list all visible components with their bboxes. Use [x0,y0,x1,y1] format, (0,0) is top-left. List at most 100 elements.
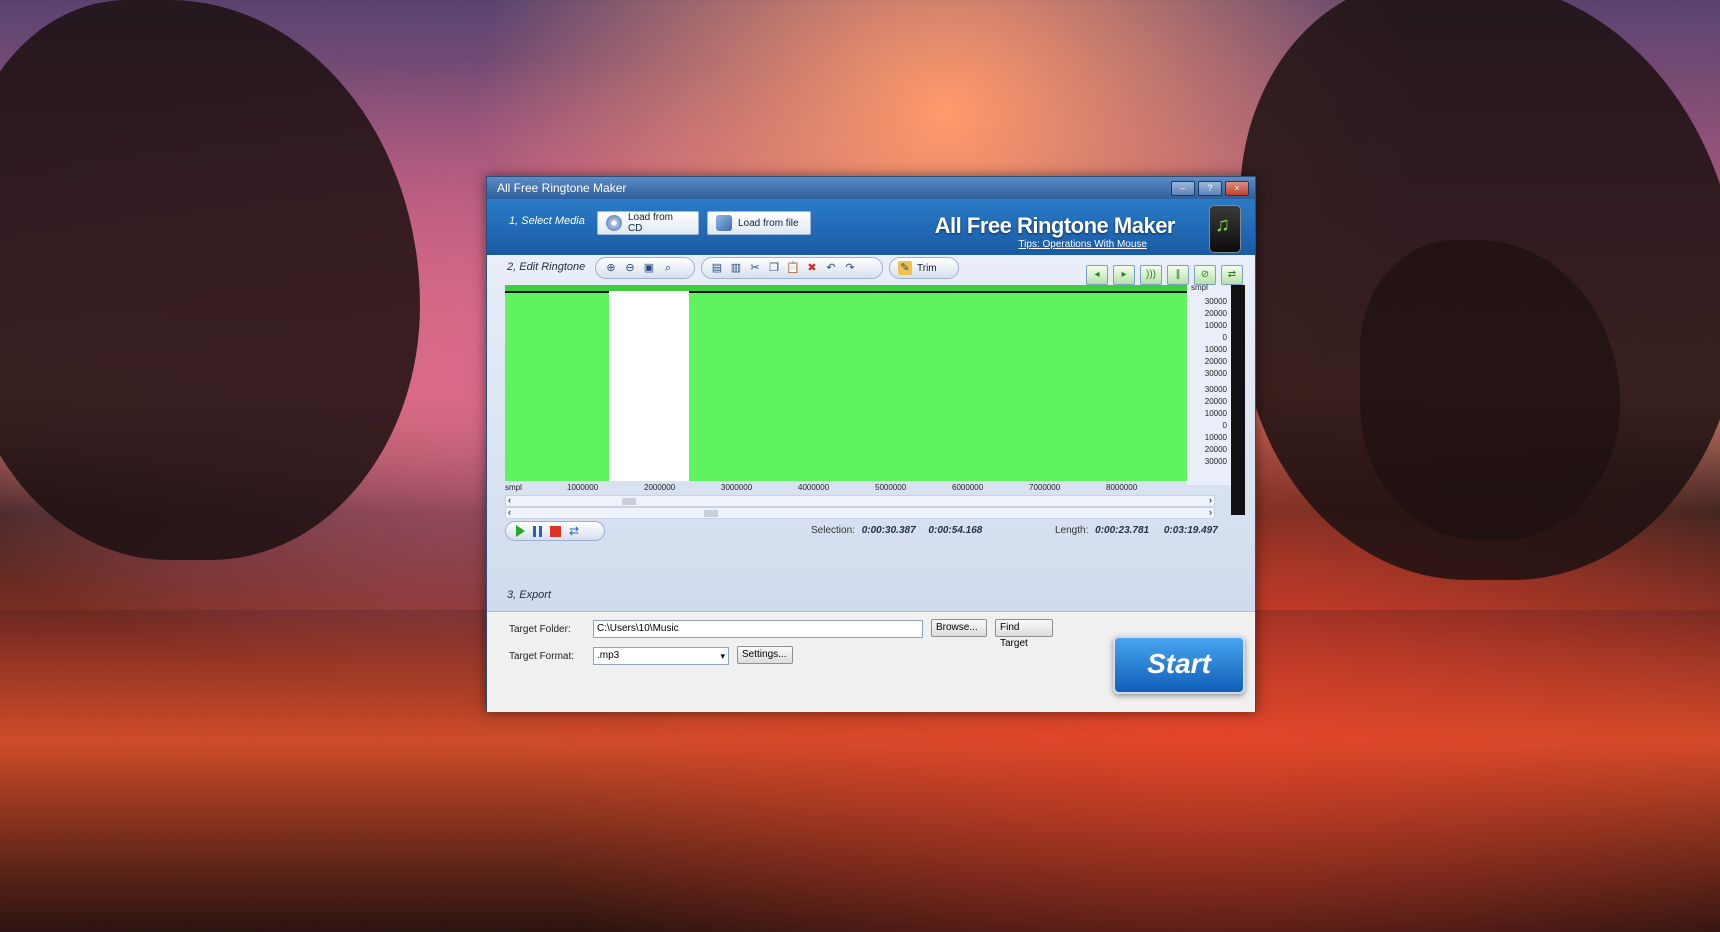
scroll-right-icon[interactable]: › [1209,495,1212,505]
scale-unit: smpl [1191,283,1208,292]
ruler-tick: 2000000 [644,483,676,492]
zoom-selection-icon[interactable]: ⌕ [661,261,675,275]
zoom-toolbar: ⊕ ⊖ ▣ ⌕ [595,257,695,279]
copy-icon[interactable]: ❐ [767,261,781,275]
paste-icon[interactable]: 📋 [786,261,800,275]
scroll-left-icon[interactable]: ‹ [508,495,511,505]
scale-tick: 0 [1222,421,1227,430]
window-title: All Free Ringtone Maker [497,181,627,195]
scale-tick: 20000 [1204,397,1227,406]
select-all-icon[interactable]: ▤ [710,261,724,275]
zoom-scroll-thumb[interactable] [622,498,636,505]
target-format-select[interactable]: .mp3 ▾ [593,647,729,665]
undo-icon[interactable]: ↶ [824,261,838,275]
edit-ringtone-label: 2, Edit Ringtone [507,261,586,273]
ruler-unit: smpl [505,483,522,492]
scroll-left-icon[interactable]: ‹ [508,507,511,517]
export-label: 3, Export [507,589,552,601]
zoom-scrollbar[interactable]: ‹ › [505,495,1215,507]
amplify-icon[interactable]: ))) [1140,265,1162,285]
target-folder-label: Target Folder: [509,624,571,635]
transport-controls: ⇄ [505,521,605,541]
selection-info: Selection: 0:00:30.387 0:00:54.168 [811,525,982,536]
edit-toolbar: ▤ ▥ ✂ ❐ 📋 ✖ ↶ ↷ [701,257,883,279]
select-media-label: 1, Select Media [509,215,585,227]
scale-tick: 30000 [1204,457,1227,466]
ruler-tick: 4000000 [798,483,830,492]
title-bar[interactable]: All Free Ringtone Maker – ? × [487,177,1255,199]
pause-icon[interactable] [533,525,542,537]
settings-button[interactable]: Settings... [737,646,793,664]
browse-button[interactable]: Browse... [931,619,987,637]
scroll-right-icon[interactable]: › [1209,507,1212,517]
selection-label: Selection: [811,525,855,536]
amplitude-scale: smpl 30000 20000 10000 0 10000 20000 300… [1187,283,1231,485]
ruler-tick: 8000000 [1106,483,1138,492]
position-scrollbar[interactable]: ‹ › [505,507,1215,519]
length-label: Length: [1055,525,1089,536]
export-panel: 3, Export Target Folder: C:\Users\10\Mus… [487,589,1255,712]
loop-icon[interactable]: ⇄ [569,525,580,537]
tree-silhouette-left [0,0,420,560]
waveform-view[interactable] [505,285,1187,481]
export-band: Target Folder: C:\Users\10\Music Browse.… [487,611,1255,712]
load-from-file-button[interactable]: Load from file [707,211,811,235]
effects-toolbar: ◂ ▸ ))) ∥ ⊘ ⇄ [1086,265,1243,285]
redo-icon[interactable]: ↷ [843,261,857,275]
chevron-down-icon: ▾ [720,651,725,661]
scale-tick: 20000 [1204,445,1227,454]
scale-tick: 30000 [1204,369,1227,378]
audio-file-icon [716,215,732,231]
load-from-file-label: Load from file [738,217,799,229]
target-folder-input[interactable]: C:\Users\10\Music [593,620,923,638]
cut-icon[interactable]: ✂ [748,261,762,275]
close-button[interactable]: × [1225,181,1249,196]
tips-link[interactable]: Tips: Operations With Mouse [1018,239,1147,250]
length-info: Length: 0:00:23.781 0:03:19.497 [1055,525,1218,536]
scale-tick: 10000 [1204,433,1227,442]
zoom-in-icon[interactable]: ⊕ [604,261,618,275]
length-value: 0:00:23.781 [1095,525,1150,536]
zoom-out-icon[interactable]: ⊖ [623,261,637,275]
selection-start: 0:00:30.387 [861,525,916,536]
waveform-overview-bar [505,285,1187,291]
stop-icon[interactable] [550,525,561,537]
find-target-button[interactable]: Find Target [995,619,1053,649]
ruler-tick: 5000000 [875,483,907,492]
load-from-cd-button[interactable]: Load from CD [597,211,699,235]
help-button[interactable]: ? [1198,181,1222,196]
ruler-tick: 1000000 [567,483,599,492]
silence-icon[interactable]: ⊘ [1194,265,1216,285]
scale-tick: 30000 [1204,385,1227,394]
load-from-cd-label: Load from CD [627,212,673,234]
target-format-label: Target Format: [509,651,575,662]
scale-tick: 20000 [1204,309,1227,318]
scale-tick: 30000 [1204,297,1227,306]
waveform-channel-left [505,293,1187,387]
normalize-icon[interactable]: ∥ [1167,265,1189,285]
ruler-tick: 7000000 [1029,483,1061,492]
start-button[interactable]: Start [1113,636,1245,694]
position-scroll-thumb[interactable] [704,510,718,517]
play-icon[interactable] [516,525,525,537]
scale-tick: 20000 [1204,357,1227,366]
waveform-channel-right [505,387,1187,481]
ruler-tick: 6000000 [952,483,984,492]
fade-out-icon[interactable]: ▸ [1113,265,1135,285]
reverse-icon[interactable]: ⇄ [1221,265,1243,285]
minimize-button[interactable]: – [1171,181,1195,196]
header-band: 1, Select Media Load from CD Load from f… [487,199,1255,255]
selection-end: 0:00:54.168 [928,525,983,536]
trim-icon: ✎ [898,261,912,275]
trim-button[interactable]: ✎ Trim [889,257,959,279]
scale-tick: 10000 [1204,321,1227,330]
select-region-icon[interactable]: ▥ [729,261,743,275]
ruler-tick: 3000000 [721,483,753,492]
cd-icon [606,215,622,231]
phone-music-icon [1209,205,1241,253]
selection-region[interactable] [609,285,689,481]
zoom-fit-icon[interactable]: ▣ [642,261,656,275]
delete-icon[interactable]: ✖ [805,261,819,275]
fade-in-icon[interactable]: ◂ [1086,265,1108,285]
scale-tick: 10000 [1204,409,1227,418]
